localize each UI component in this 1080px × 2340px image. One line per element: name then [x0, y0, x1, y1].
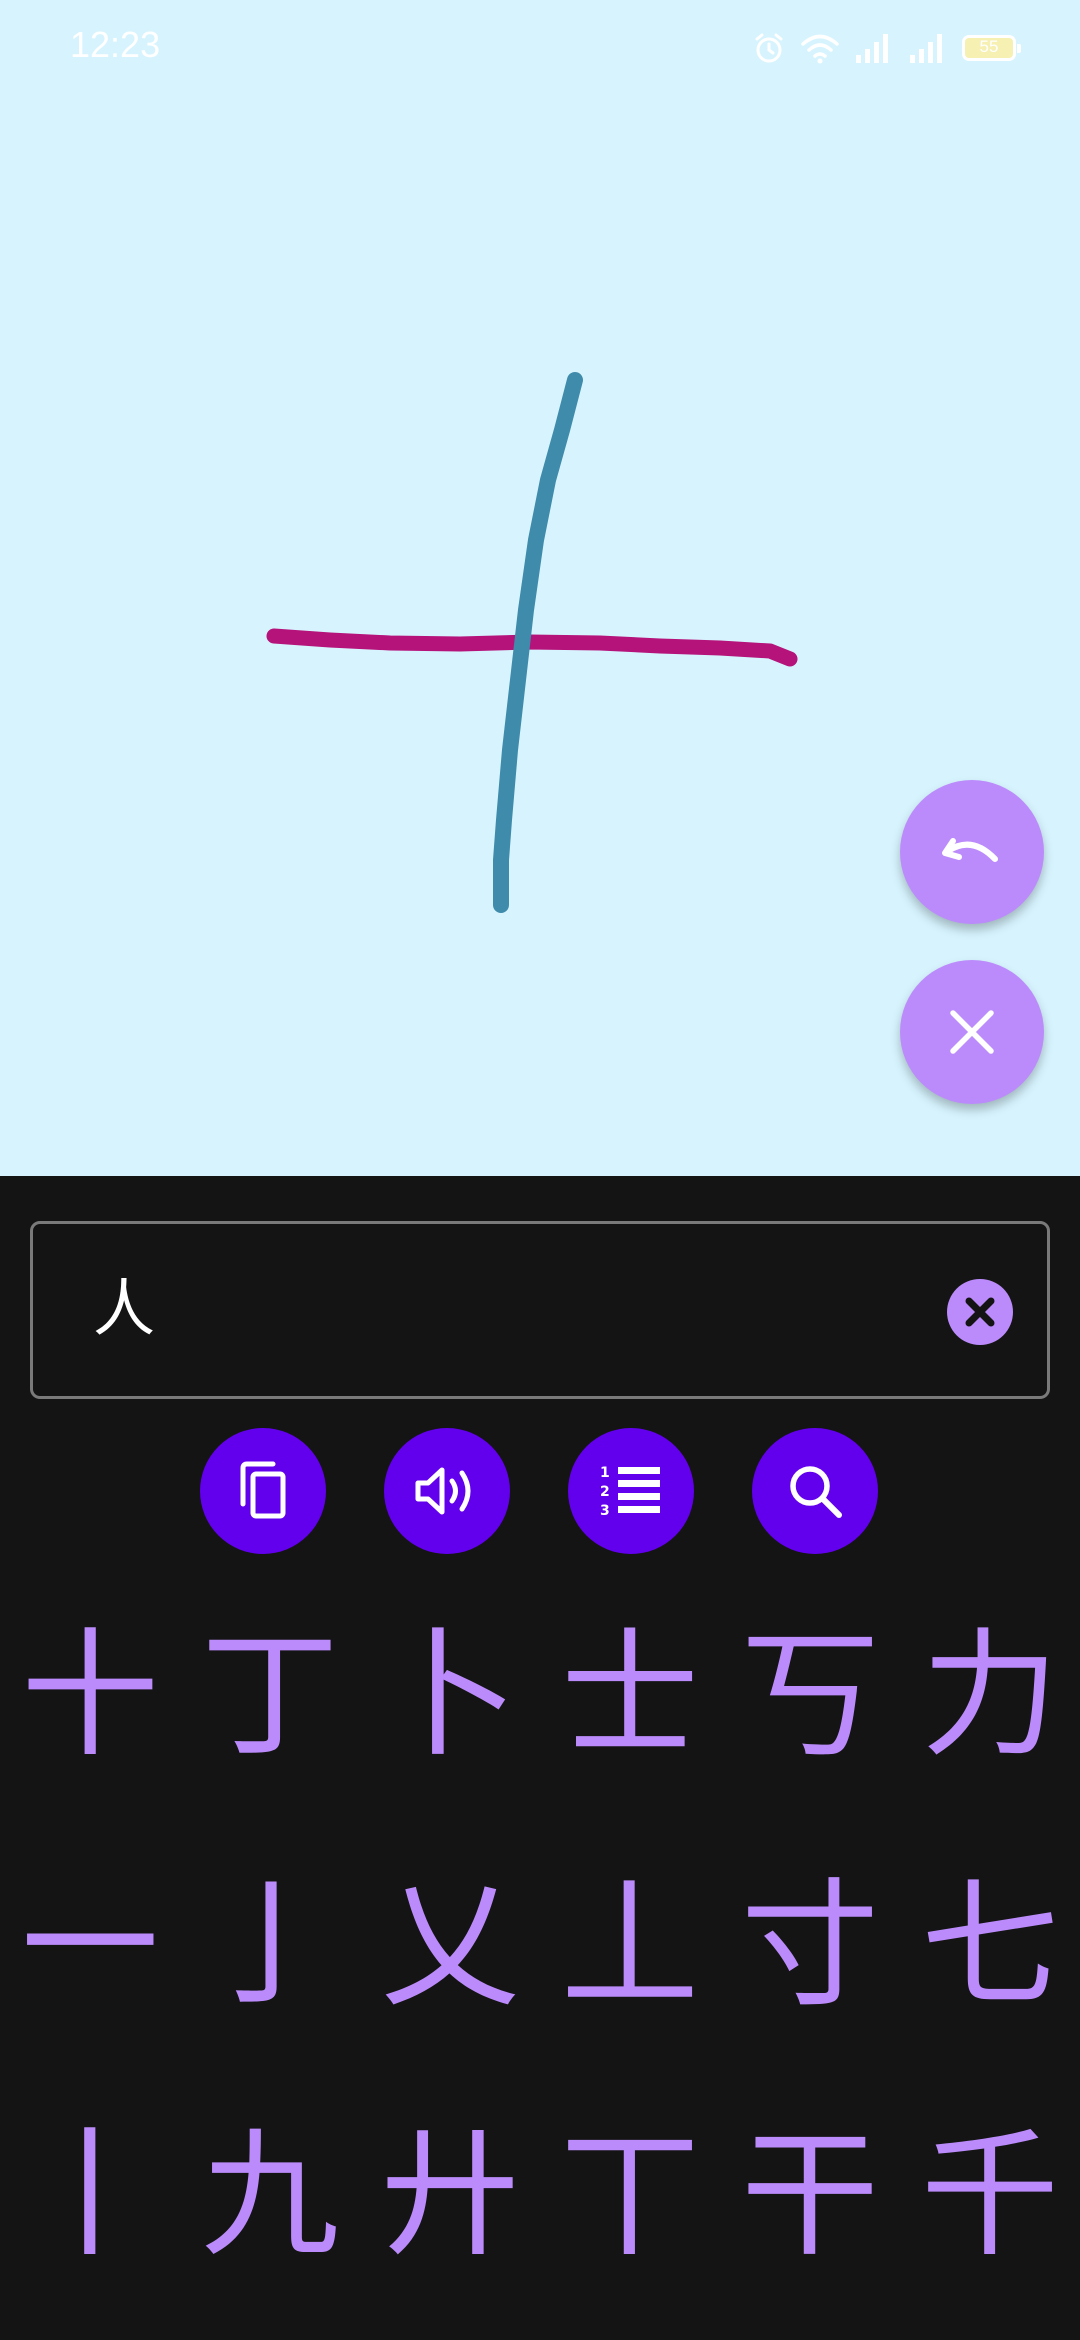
- undo-icon: [942, 838, 998, 862]
- search-icon: [790, 1466, 842, 1518]
- svg-text:1: 1: [600, 1465, 610, 1481]
- close-icon: [950, 1010, 994, 1054]
- search-button[interactable]: [752, 1428, 878, 1554]
- svg-text:3: 3: [600, 1503, 610, 1519]
- copy-button[interactable]: [200, 1428, 326, 1554]
- candidate-char[interactable]: 干: [720, 2096, 900, 2296]
- candidate-char[interactable]: 七: [900, 1846, 1080, 2046]
- candidate-char[interactable]: 丨: [0, 2096, 180, 2296]
- svg-text:2: 2: [600, 1484, 610, 1500]
- candidate-char[interactable]: 乂: [360, 1846, 540, 2046]
- candidate-char[interactable]: 丅: [540, 2096, 720, 2296]
- result-text[interactable]: 人: [93, 1264, 155, 1354]
- clear-canvas-button[interactable]: [900, 960, 1044, 1104]
- result-field[interactable]: 人: [30, 1221, 1050, 1399]
- result-panel: 人 1 2 3 十 丁 卜 士 丂 力 一 亅 乂 丄 寸 七 丨 九 廾 丅 …: [0, 1176, 1080, 2340]
- candidate-char[interactable]: 九: [180, 2096, 360, 2296]
- speak-button[interactable]: [384, 1428, 510, 1554]
- close-circle-icon: [965, 1297, 995, 1327]
- candidate-char[interactable]: 丄: [540, 1846, 720, 2046]
- speaker-icon: [415, 1467, 471, 1515]
- undo-button[interactable]: [900, 780, 1044, 924]
- copy-icon: [240, 1461, 286, 1519]
- drawing-canvas[interactable]: 12:23 55: [0, 0, 1080, 1176]
- candidate-char[interactable]: 一: [0, 1846, 180, 2046]
- action-bar: 1 2 3: [0, 1428, 1080, 1554]
- numbered-list-icon: 1 2 3: [600, 1465, 660, 1519]
- clear-result-button[interactable]: [947, 1279, 1013, 1345]
- candidate-char[interactable]: 丁: [180, 1596, 360, 1796]
- candidate-char[interactable]: 力: [900, 1596, 1080, 1796]
- candidate-char[interactable]: 千: [900, 2096, 1080, 2296]
- candidate-char[interactable]: 亅: [180, 1846, 360, 2046]
- horizontal-stroke: [266, 628, 798, 667]
- candidate-char[interactable]: 卜: [360, 1596, 540, 1796]
- candidate-char[interactable]: 廾: [360, 2096, 540, 2296]
- candidate-char[interactable]: 士: [540, 1596, 720, 1796]
- candidate-char[interactable]: 丂: [720, 1596, 900, 1796]
- candidate-char[interactable]: 寸: [720, 1846, 900, 2046]
- list-button[interactable]: 1 2 3: [568, 1428, 694, 1554]
- candidate-char[interactable]: 十: [0, 1596, 180, 1796]
